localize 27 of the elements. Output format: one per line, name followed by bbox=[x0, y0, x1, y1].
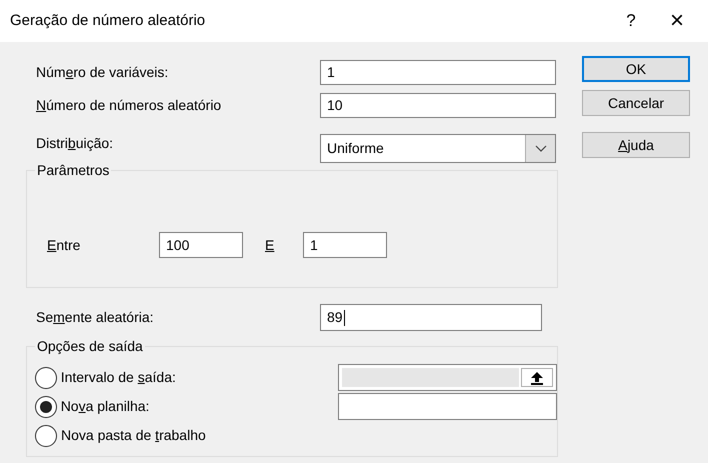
radio-label: Intervalo de saída: bbox=[60, 368, 177, 387]
radio-button[interactable] bbox=[35, 396, 57, 418]
dialog-button[interactable]: Ajuda bbox=[582, 132, 690, 158]
input-field[interactable]: 1 bbox=[320, 60, 556, 85]
help-button[interactable]: ? bbox=[608, 8, 654, 34]
window-title: Geração de número aleatório bbox=[10, 10, 206, 31]
field-label: Distribuição: bbox=[35, 134, 114, 153]
dialog-button[interactable]: Cancelar bbox=[582, 90, 690, 116]
radio-button[interactable] bbox=[35, 366, 57, 388]
dropdown-caret-icon bbox=[525, 134, 555, 162]
radio-label: Nova planilha: bbox=[60, 397, 150, 416]
radio-button[interactable] bbox=[35, 424, 57, 446]
input-field[interactable]: 1 bbox=[303, 232, 387, 258]
close-button[interactable]: × bbox=[654, 3, 700, 39]
input-field[interactable] bbox=[338, 393, 557, 420]
field-label: Entre bbox=[47, 236, 82, 254]
field-label: Semente aleatória: bbox=[35, 308, 155, 327]
distribution-dropdown[interactable]: Uniforme bbox=[320, 134, 556, 162]
input-field[interactable]: 89 bbox=[320, 304, 542, 331]
field-label: Número de números aleatório bbox=[35, 96, 222, 115]
input-field[interactable]: 10 bbox=[320, 93, 556, 118]
radio-label: Nova pasta de trabalho bbox=[61, 426, 207, 445]
range-field[interactable] bbox=[338, 364, 557, 391]
field-label: Número de variáveis: bbox=[35, 63, 170, 82]
field-label: E bbox=[264, 236, 276, 254]
input-field[interactable]: 100 bbox=[159, 232, 243, 258]
dialog-button[interactable]: OK bbox=[582, 56, 690, 82]
